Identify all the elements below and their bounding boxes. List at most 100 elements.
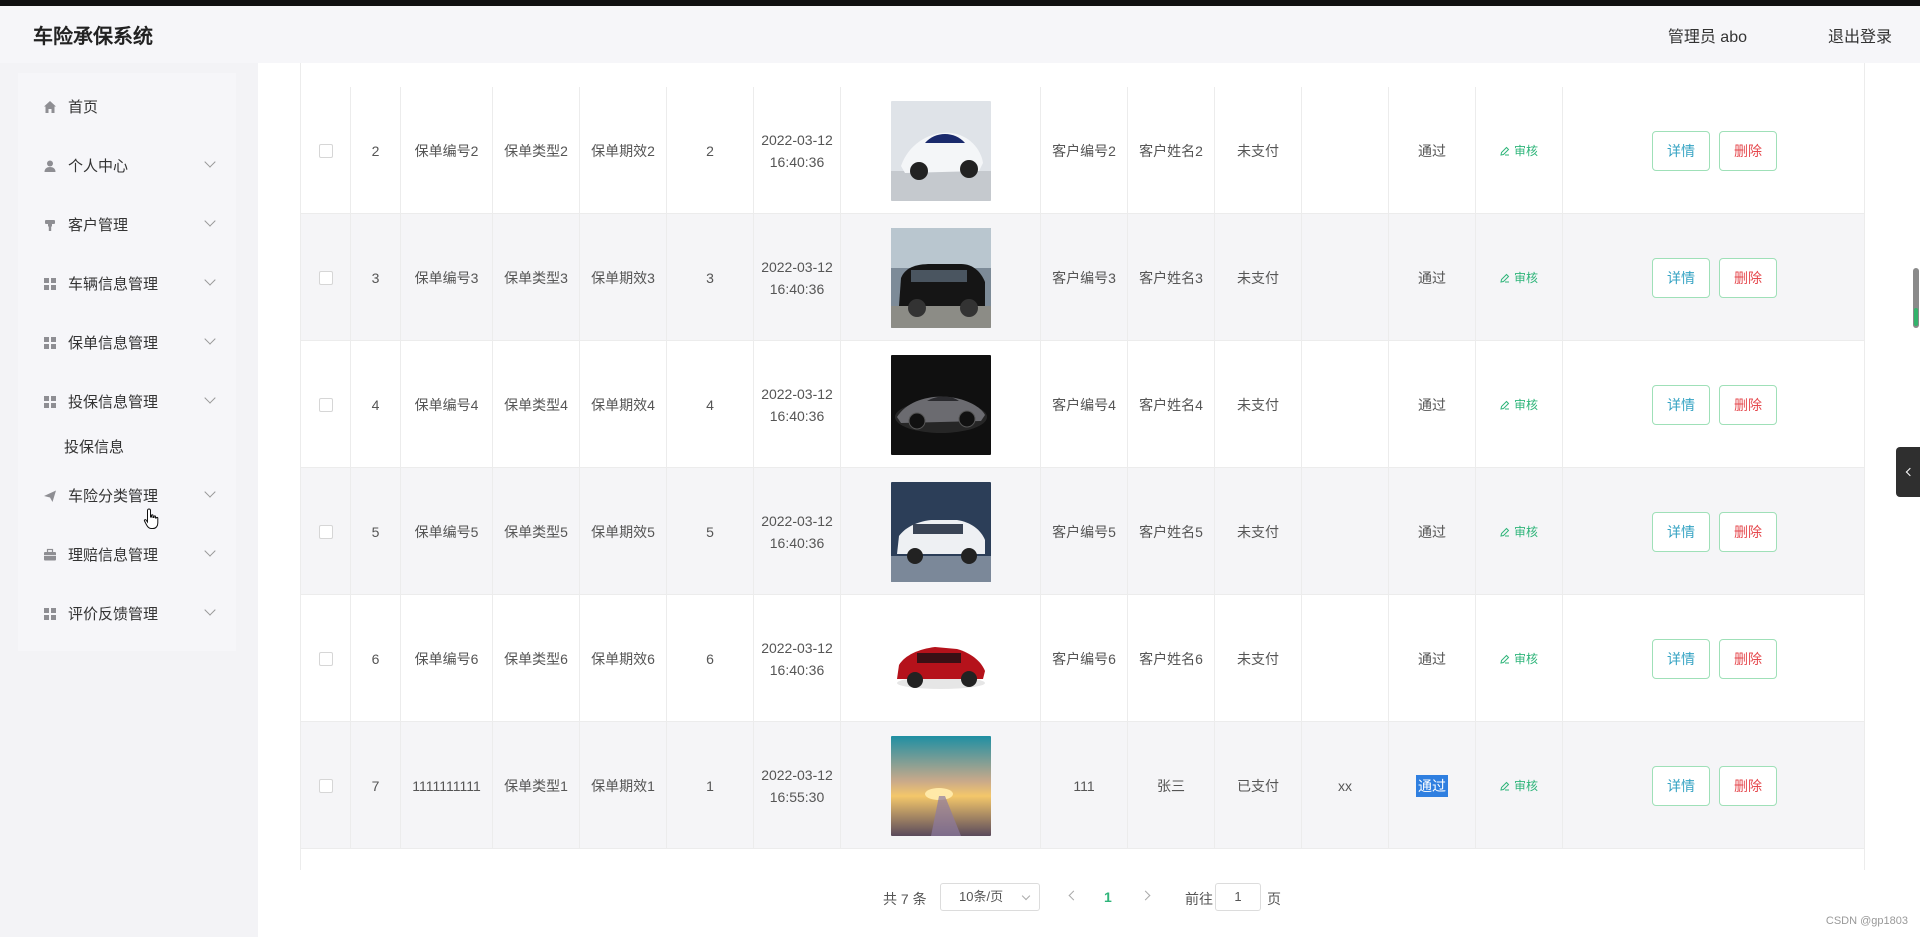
sidebar-item-8[interactable]: 评价反馈管理 bbox=[18, 584, 236, 643]
page-scrollbar[interactable] bbox=[1912, 63, 1920, 937]
audit-result-text: 通过 bbox=[1418, 523, 1446, 540]
audit-link[interactable]: 审核 bbox=[1500, 521, 1538, 543]
cell-remark bbox=[1302, 468, 1389, 595]
cell-time: 2022-03-12 16:40:36 bbox=[754, 341, 841, 468]
pay-status-text: 已支付 bbox=[1237, 777, 1279, 794]
cell-policy-term: 保单期效2 bbox=[580, 87, 667, 214]
logout-link[interactable]: 退出登录 bbox=[1828, 23, 1892, 47]
qty-text: 6 bbox=[706, 650, 714, 667]
cell-policy-type: 保单类型3 bbox=[493, 214, 580, 341]
cell-audit: 审核 bbox=[1476, 468, 1563, 595]
row-checkbox[interactable] bbox=[318, 270, 333, 285]
audit-link[interactable]: 审核 bbox=[1500, 394, 1538, 416]
sidebar-item-label: 个人中心 bbox=[68, 158, 129, 175]
cell-audit-result: 通过 bbox=[1389, 595, 1476, 722]
cell-image bbox=[841, 87, 1041, 214]
table-row: 5 保单编号5 保单类型5 保单期效5 5 2022-03-12 16:40:36 客户编号… bbox=[301, 468, 1864, 595]
car-thumbnail bbox=[890, 608, 991, 709]
cell-audit: 审核 bbox=[1476, 341, 1563, 468]
side-panel-toggle[interactable] bbox=[1896, 447, 1920, 497]
policy-type-text: 保单类型6 bbox=[504, 650, 568, 667]
detail-button[interactable]: 详情 bbox=[1652, 765, 1710, 806]
cell-qty: 2 bbox=[667, 87, 754, 214]
chevron-left-icon bbox=[1905, 467, 1914, 477]
row-checkbox[interactable] bbox=[318, 778, 333, 793]
delete-button[interactable]: 删除 bbox=[1719, 765, 1777, 806]
customer-name-text: 客户姓名6 bbox=[1139, 650, 1203, 667]
goto-label: 前往 bbox=[1185, 891, 1213, 907]
policy-no-text: 1111111111 bbox=[412, 777, 481, 794]
detail-button[interactable]: 详情 bbox=[1652, 384, 1710, 425]
audit-link[interactable]: 审核 bbox=[1500, 648, 1538, 670]
policy-term-text: 保单期效6 bbox=[591, 650, 655, 667]
customer-name-text: 张三 bbox=[1157, 777, 1185, 794]
sidebar-item-4[interactable]: 保单信息管理 bbox=[18, 313, 236, 372]
page-size-select[interactable]: 10条/页 bbox=[940, 883, 1040, 911]
pay-status-text: 未支付 bbox=[1237, 269, 1279, 286]
index-text: 3 bbox=[371, 269, 380, 286]
chevron-down-icon bbox=[1021, 891, 1031, 901]
cell-customer-name: 客户姓名4 bbox=[1128, 341, 1215, 468]
prev-page-icon[interactable] bbox=[1068, 890, 1079, 901]
cell-remark bbox=[1302, 595, 1389, 722]
sidebar-item-7[interactable]: 理赔信息管理 bbox=[18, 525, 236, 584]
cell-policy-no: 保单编号5 bbox=[401, 468, 493, 595]
pay-status-text: 未支付 bbox=[1237, 142, 1279, 159]
cell-check[interactable] bbox=[301, 468, 351, 595]
sidebar-item-label: 保单信息管理 bbox=[68, 335, 159, 352]
delete-button[interactable]: 删除 bbox=[1719, 257, 1777, 298]
table-row: 6 保单编号6 保单类型6 保单期效6 6 2022-03-12 16:40:36 客户编号… bbox=[301, 595, 1864, 722]
sidebar-item-6[interactable]: 车险分类管理 bbox=[18, 466, 236, 525]
cell-check[interactable] bbox=[301, 341, 351, 468]
cell-audit-result: 通过 bbox=[1389, 87, 1476, 214]
cell-time: 2022-03-12 16:40:36 bbox=[754, 595, 841, 722]
detail-button[interactable]: 详情 bbox=[1652, 511, 1710, 552]
sidebar-item-2[interactable]: 客户管理 bbox=[18, 195, 236, 254]
sidebar-item-3[interactable]: 车辆信息管理 bbox=[18, 254, 236, 313]
detail-button[interactable]: 详情 bbox=[1652, 257, 1710, 298]
delete-button[interactable]: 删除 bbox=[1719, 638, 1777, 679]
cell-check[interactable] bbox=[301, 595, 351, 722]
cell-check[interactable] bbox=[301, 87, 351, 214]
delete-button[interactable]: 删除 bbox=[1719, 511, 1777, 552]
page-number-current[interactable]: 1 bbox=[1104, 889, 1112, 905]
cell-audit: 审核 bbox=[1476, 722, 1563, 849]
delete-button[interactable]: 删除 bbox=[1719, 384, 1777, 425]
customer-name-text: 客户姓名2 bbox=[1139, 142, 1203, 159]
cell-time: 2022-03-12 16:40:36 bbox=[754, 214, 841, 341]
cell-index: 7 bbox=[351, 722, 401, 849]
sidebar-item-5[interactable]: 投保信息管理 bbox=[18, 372, 236, 431]
audit-result-text: 通过 bbox=[1416, 774, 1448, 797]
policy-no-text: 保单编号5 bbox=[414, 523, 479, 540]
cell-customer-no: 111 bbox=[1041, 722, 1128, 849]
cell-check[interactable] bbox=[301, 722, 351, 849]
cell-pay-status: 已支付 bbox=[1215, 722, 1302, 849]
audit-link[interactable]: 审核 bbox=[1500, 140, 1538, 162]
row-checkbox[interactable] bbox=[318, 651, 333, 666]
audit-link[interactable]: 审核 bbox=[1500, 775, 1538, 797]
cell-pay-status: 未支付 bbox=[1215, 341, 1302, 468]
audit-link[interactable]: 审核 bbox=[1500, 267, 1538, 289]
cell-policy-term: 保单期效6 bbox=[580, 595, 667, 722]
row-checkbox[interactable] bbox=[318, 143, 333, 158]
detail-button[interactable]: 详情 bbox=[1652, 638, 1710, 679]
next-page-icon[interactable] bbox=[1140, 890, 1151, 901]
goto-page-unit: 页 bbox=[1267, 891, 1281, 907]
audit-link-label: 审核 bbox=[1513, 270, 1538, 285]
goto-page-input[interactable]: 1 bbox=[1215, 883, 1261, 911]
sidebar-subitem-0[interactable]: 投保信息 bbox=[18, 425, 236, 468]
detail-button[interactable]: 详情 bbox=[1652, 130, 1710, 171]
policy-no-text: 保单编号6 bbox=[414, 650, 479, 667]
delete-button[interactable]: 删除 bbox=[1719, 130, 1777, 171]
sidebar: 首页个人中心客户管理 车辆信息管理保单信息管理投保信息管理 投保信息 车险分类管理 理赔… bbox=[0, 63, 258, 937]
table-row: 2 保单编号2 保单类型2 保单期效2 2 2022-03-12 16:40:36 客户编号… bbox=[301, 87, 1864, 214]
sidebar-item-0[interactable]: 首页 bbox=[18, 77, 236, 136]
cell-actions: 详情 删除 bbox=[1563, 214, 1864, 341]
audit-link-label: 审核 bbox=[1513, 524, 1538, 539]
sidebar-item-1[interactable]: 个人中心 bbox=[18, 136, 236, 195]
row-checkbox[interactable] bbox=[318, 524, 333, 539]
row-checkbox[interactable] bbox=[318, 397, 333, 412]
grid-icon bbox=[43, 607, 57, 621]
qty-text: 1 bbox=[706, 777, 714, 794]
cell-check[interactable] bbox=[301, 214, 351, 341]
